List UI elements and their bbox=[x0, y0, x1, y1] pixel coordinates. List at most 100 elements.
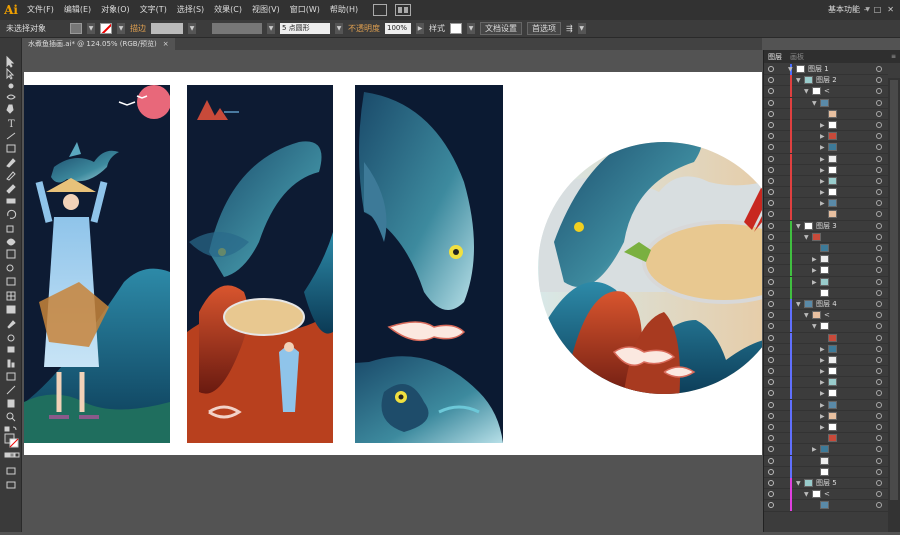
chevron-right-icon[interactable]: ▶ bbox=[820, 154, 825, 165]
target-circle-icon[interactable] bbox=[876, 245, 882, 251]
visibility-eye-icon[interactable] bbox=[768, 133, 774, 140]
layer-row[interactable] bbox=[764, 466, 888, 478]
menu-type[interactable]: 文字(T) bbox=[135, 0, 172, 20]
layer-row[interactable]: ▶ bbox=[764, 254, 888, 266]
visibility-eye-icon[interactable] bbox=[768, 435, 774, 442]
document-setup-button[interactable]: 文档设置 bbox=[480, 22, 522, 35]
menu-object[interactable]: 对象(O) bbox=[96, 0, 135, 20]
layer-row[interactable] bbox=[764, 500, 888, 512]
panel-menu-icon[interactable]: ≡ bbox=[891, 53, 896, 60]
layer-row[interactable]: ▶ bbox=[764, 153, 888, 165]
target-circle-icon[interactable] bbox=[876, 345, 882, 352]
target-circle-icon[interactable] bbox=[876, 435, 882, 442]
visibility-eye-icon[interactable] bbox=[768, 267, 774, 274]
layer-name[interactable]: < bbox=[824, 310, 830, 321]
target-circle-icon[interactable] bbox=[876, 133, 882, 140]
target-circle-icon[interactable] bbox=[876, 468, 882, 475]
chevron-down-icon[interactable]: ▼ bbox=[812, 321, 817, 332]
layer-row[interactable] bbox=[764, 287, 888, 299]
target-circle-icon[interactable] bbox=[876, 479, 882, 486]
chevron-right-icon[interactable]: ▶ bbox=[820, 120, 825, 131]
target-circle-icon[interactable] bbox=[876, 99, 882, 106]
visibility-eye-icon[interactable] bbox=[768, 233, 774, 240]
chevron-right-icon[interactable]: ▶ bbox=[820, 355, 825, 366]
layer-row[interactable] bbox=[764, 455, 888, 467]
layer-row[interactable]: ▶ bbox=[764, 164, 888, 176]
layer-row[interactable]: ▼ 图层 2 bbox=[764, 75, 888, 87]
chevron-down-icon[interactable]: ▼ bbox=[117, 23, 125, 34]
menu-view[interactable]: 视图(V) bbox=[247, 0, 285, 20]
visibility-eye-icon[interactable] bbox=[768, 66, 774, 72]
visibility-eye-icon[interactable] bbox=[768, 412, 774, 419]
layer-row[interactable]: ▼ < bbox=[764, 310, 888, 322]
visibility-eye-icon[interactable] bbox=[768, 99, 774, 106]
chevron-right-icon[interactable]: ▶ bbox=[820, 366, 825, 377]
visibility-eye-icon[interactable] bbox=[768, 189, 774, 196]
layer-row[interactable]: ▶ bbox=[764, 175, 888, 188]
chevron-right-icon[interactable]: ▶ bbox=[820, 411, 825, 422]
stroke-label[interactable]: 描边 bbox=[130, 23, 146, 34]
target-circle-icon[interactable] bbox=[876, 267, 882, 274]
chevron-down-icon[interactable]: ▼ bbox=[796, 478, 801, 489]
visibility-eye-icon[interactable] bbox=[768, 323, 774, 330]
tab-artboards[interactable]: 画板 bbox=[790, 52, 804, 62]
chevron-down-icon[interactable]: ▼ bbox=[804, 310, 809, 321]
chevron-down-icon[interactable]: ▼ bbox=[577, 23, 586, 34]
target-circle-icon[interactable] bbox=[876, 177, 882, 184]
target-circle-icon[interactable] bbox=[876, 233, 882, 240]
target-circle-icon[interactable] bbox=[876, 66, 882, 72]
chevron-down-icon[interactable]: ▼ bbox=[788, 64, 793, 75]
layer-row[interactable]: ▼ bbox=[764, 231, 888, 243]
visibility-eye-icon[interactable] bbox=[768, 491, 774, 498]
target-circle-icon[interactable] bbox=[876, 144, 882, 151]
layer-row[interactable]: ▼ < bbox=[764, 86, 888, 98]
chevron-down-icon[interactable]: ▼ bbox=[267, 23, 275, 34]
visibility-eye-icon[interactable] bbox=[768, 88, 774, 95]
target-circle-icon[interactable] bbox=[876, 491, 882, 498]
close-icon[interactable]: ✕ bbox=[887, 5, 894, 14]
visibility-eye-icon[interactable] bbox=[768, 457, 774, 464]
visibility-eye-icon[interactable] bbox=[768, 424, 774, 430]
layer-name[interactable]: < bbox=[824, 489, 830, 500]
opacity-field[interactable]: 100% bbox=[385, 23, 411, 34]
chevron-down-icon[interactable]: ▼ bbox=[87, 23, 95, 34]
target-circle-icon[interactable] bbox=[876, 401, 882, 408]
close-icon[interactable]: × bbox=[163, 38, 169, 50]
maximize-icon[interactable]: □ bbox=[874, 5, 882, 14]
chevron-down-icon[interactable]: ▼ bbox=[796, 75, 801, 86]
chevron-right-icon[interactable]: ▶ bbox=[820, 377, 825, 388]
layer-row[interactable]: ▶ bbox=[764, 142, 888, 154]
chevron-down-icon[interactable]: ▼ bbox=[812, 98, 817, 109]
scrollbar-thumb[interactable] bbox=[890, 80, 898, 500]
visibility-eye-icon[interactable] bbox=[768, 166, 774, 173]
chevron-right-icon[interactable]: ▶ bbox=[812, 265, 817, 276]
target-circle-icon[interactable] bbox=[876, 189, 882, 196]
layer-row[interactable]: ▶ bbox=[764, 187, 888, 199]
chevron-right-icon[interactable]: ▶ bbox=[820, 388, 825, 399]
layer-row[interactable]: ▶ bbox=[764, 388, 888, 400]
target-circle-icon[interactable] bbox=[876, 502, 882, 509]
visibility-eye-icon[interactable] bbox=[768, 312, 774, 319]
target-circle-icon[interactable] bbox=[876, 368, 882, 375]
layer-row[interactable]: ▼ 图层 5 bbox=[764, 477, 888, 490]
visibility-eye-icon[interactable] bbox=[768, 379, 774, 386]
visibility-eye-icon[interactable] bbox=[768, 121, 774, 128]
menu-select[interactable]: 选择(S) bbox=[172, 0, 209, 20]
preferences-button[interactable]: 首选项 bbox=[527, 22, 561, 35]
visibility-eye-icon[interactable] bbox=[768, 245, 774, 251]
chevron-right-icon[interactable]: ▶ bbox=[812, 254, 817, 265]
visibility-eye-icon[interactable] bbox=[768, 401, 774, 408]
visibility-eye-icon[interactable] bbox=[768, 356, 774, 363]
target-circle-icon[interactable] bbox=[876, 88, 882, 95]
visibility-eye-icon[interactable] bbox=[768, 177, 774, 184]
arrange-documents-icon[interactable] bbox=[395, 4, 412, 16]
visibility-eye-icon[interactable] bbox=[768, 278, 774, 285]
visibility-eye-icon[interactable] bbox=[768, 446, 774, 453]
menu-file[interactable]: 文件(F) bbox=[22, 0, 59, 20]
layer-row[interactable]: ▶ bbox=[764, 198, 888, 210]
target-circle-icon[interactable] bbox=[876, 446, 882, 453]
target-circle-icon[interactable] bbox=[876, 412, 882, 419]
layer-name[interactable]: 图层 1 bbox=[808, 64, 829, 75]
layer-row[interactable]: ▶ bbox=[764, 354, 888, 367]
visibility-eye-icon[interactable] bbox=[768, 390, 774, 397]
